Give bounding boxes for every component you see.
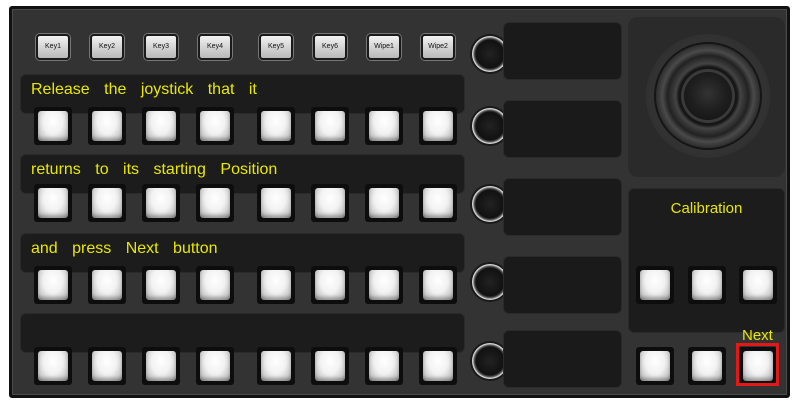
row3-button-7[interactable] xyxy=(365,266,403,304)
key5-button[interactable]: Key5 xyxy=(259,34,293,60)
key3-button[interactable]: Key3 xyxy=(144,34,178,60)
row2-button-8[interactable] xyxy=(419,184,457,222)
joystick[interactable] xyxy=(684,72,732,120)
row4-button-4[interactable] xyxy=(196,347,234,385)
row2-button-4[interactable] xyxy=(196,184,234,222)
row1-button-2[interactable] xyxy=(88,107,126,145)
key1-button[interactable]: Key1 xyxy=(36,34,70,60)
row1-button-4[interactable] xyxy=(196,107,234,145)
calibration-button-3[interactable] xyxy=(739,266,777,304)
row1-button-5[interactable] xyxy=(257,107,295,145)
knob-display-3 xyxy=(503,178,622,236)
row4-button-6[interactable] xyxy=(311,347,349,385)
row2-button-6[interactable] xyxy=(311,184,349,222)
row1-button-7[interactable] xyxy=(365,107,403,145)
row3-button-5[interactable] xyxy=(257,266,295,304)
calibration-title: Calibration xyxy=(670,200,743,217)
row4-button-7[interactable] xyxy=(365,347,403,385)
row3-button-1[interactable] xyxy=(34,266,72,304)
row4-button-5[interactable] xyxy=(257,347,295,385)
row4-button-2[interactable] xyxy=(88,347,126,385)
row2-button-2[interactable] xyxy=(88,184,126,222)
key6-button[interactable]: Key6 xyxy=(313,34,347,60)
row1-button-1[interactable] xyxy=(34,107,72,145)
row1-button-8[interactable] xyxy=(419,107,457,145)
calibration-button-4[interactable] xyxy=(636,347,674,385)
row3-button-3[interactable] xyxy=(142,266,180,304)
row4-button-8[interactable] xyxy=(419,347,457,385)
knob-display-2 xyxy=(503,100,622,158)
wipe1-button[interactable]: Wipe1 xyxy=(367,34,401,60)
calibration-button-5[interactable] xyxy=(688,347,726,385)
knob-display-4 xyxy=(503,256,622,314)
row1-button-6[interactable] xyxy=(311,107,349,145)
row3-button-2[interactable] xyxy=(88,266,126,304)
next-button-highlight xyxy=(736,343,779,386)
calibration-button-1[interactable] xyxy=(636,266,674,304)
key2-button[interactable]: Key2 xyxy=(90,34,124,60)
knob-display-1 xyxy=(503,22,622,80)
knob-display-5 xyxy=(503,330,622,388)
row3-button-8[interactable] xyxy=(419,266,457,304)
row3-button-4[interactable] xyxy=(196,266,234,304)
calibration-button-2[interactable] xyxy=(688,266,726,304)
row4-button-1[interactable] xyxy=(34,347,72,385)
row3-button-6[interactable] xyxy=(311,266,349,304)
row1-button-3[interactable] xyxy=(142,107,180,145)
row2-button-7[interactable] xyxy=(365,184,403,222)
row2-button-3[interactable] xyxy=(142,184,180,222)
wipe2-button[interactable]: Wipe2 xyxy=(421,34,455,60)
row2-button-5[interactable] xyxy=(257,184,295,222)
row4-button-3[interactable] xyxy=(142,347,180,385)
key4-button[interactable]: Key4 xyxy=(198,34,232,60)
row2-button-1[interactable] xyxy=(34,184,72,222)
next-label: Next xyxy=(742,327,773,344)
